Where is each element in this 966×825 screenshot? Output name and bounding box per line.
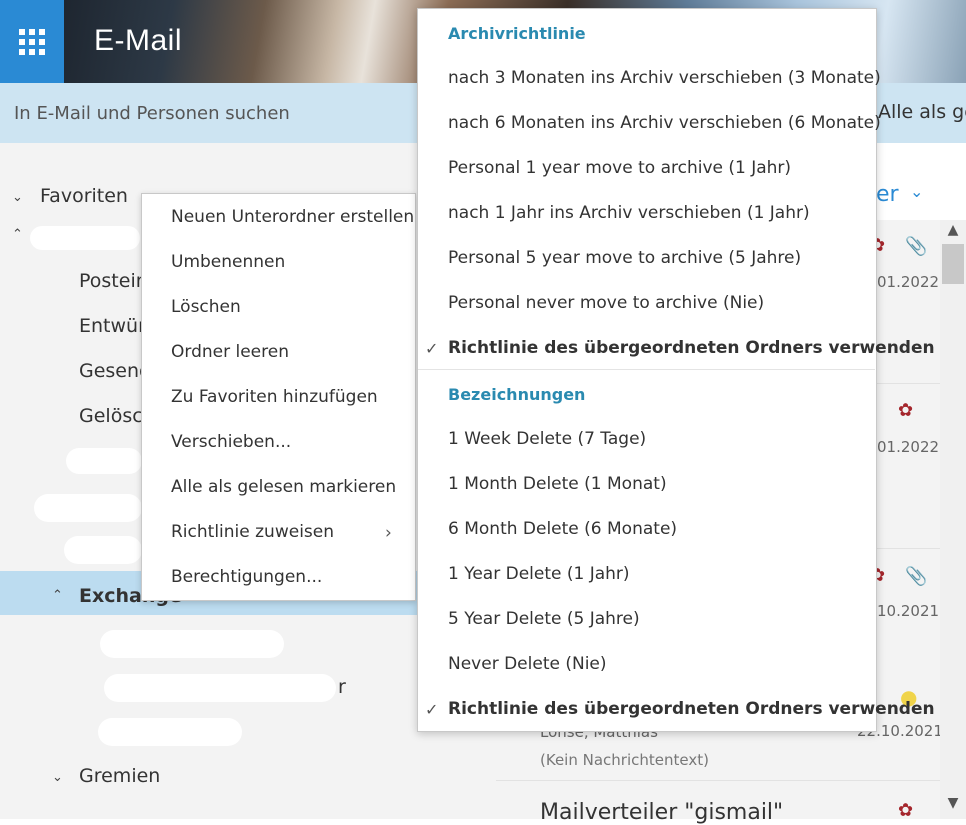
message-date: 01.2022 [877,273,940,291]
redacted-folder [100,630,284,658]
mark-all-read-button[interactable]: Alle als ge [878,101,966,123]
folder-drafts[interactable]: Entwür [79,315,146,337]
paperclip-icon: 📎 [905,236,928,257]
redacted-folder [64,536,142,564]
archive-policy-item[interactable]: nach 1 Jahr ins Archiv verschieben (1 Ja… [448,203,810,223]
label-policy-item[interactable]: 1 Week Delete (7 Tage) [448,429,646,449]
chevron-down-icon[interactable]: ⌄ [52,770,63,785]
ribbon-icon: ✿ [898,400,914,421]
search-input[interactable] [0,83,410,143]
checkmark-icon: ✓ [425,339,439,358]
message-subject[interactable]: Mailverteiler "gismail" [540,800,783,825]
message-date: 10.2021 [877,602,940,620]
menu-item-add-favorites[interactable]: Zu Favoriten hinzufügen [171,387,378,407]
message-date: 01.2022 [877,438,940,456]
archive-policy-item[interactable]: Personal never move to archive (Nie) [448,293,764,313]
menu-item-delete[interactable]: Löschen [171,297,241,317]
message-preview: (Kein Nachrichtentext) [540,751,709,769]
folder-gremien[interactable]: Gremien [79,765,160,787]
scrollbar[interactable] [940,220,966,819]
ribbon-icon: ✿ [898,800,914,821]
folder-partial-label: r [338,676,346,698]
label-policy-item[interactable]: 1 Year Delete (1 Jahr) [448,564,630,584]
app-launcher-button[interactable] [0,0,64,83]
folder-favorites[interactable]: Favoriten [40,185,128,207]
folder-deleted[interactable]: Gelösc [79,405,143,427]
redacted-folder [104,674,336,702]
redacted-folder [34,494,142,522]
label-policy-item[interactable]: Never Delete (Nie) [448,654,607,674]
app-title: E-Mail [94,24,183,57]
waffle-icon [19,28,45,55]
archive-policy-item[interactable]: nach 6 Monaten ins Archiv verschieben (6… [448,113,881,133]
chevron-down-icon[interactable]: ⌄ [910,182,923,201]
chevron-down-icon[interactable]: ⌄ [12,190,23,205]
scroll-up-icon[interactable]: ▲ [940,222,966,244]
menu-item-move[interactable]: Verschieben... [171,432,291,452]
divider [496,780,940,781]
paperclip-icon: 📎 [905,566,928,587]
checkmark-icon: ✓ [425,700,439,719]
label-policy-item[interactable]: 1 Month Delete (1 Monat) [448,474,667,494]
label-policy-item-selected[interactable]: Richtlinie des übergeordneten Ordners ve… [448,699,935,719]
menu-item-empty-folder[interactable]: Ordner leeren [171,342,289,362]
menu-item-new-subfolder[interactable]: Neuen Unterordner erstellen [171,207,414,227]
filter-dropdown[interactable]: er [876,182,899,207]
folder-inbox[interactable]: Postein [79,270,148,292]
menu-item-permissions[interactable]: Berechtigungen... [171,567,322,587]
archive-policy-item[interactable]: nach 3 Monaten ins Archiv verschieben (3… [448,68,881,88]
menu-item-mark-all-read[interactable]: Alle als gelesen markieren [171,477,396,497]
chevron-up-icon[interactable]: ⌃ [52,588,63,603]
archive-policy-item[interactable]: Personal 1 year move to archive (1 Jahr) [448,158,791,178]
submenu-heading-archive: Archivrichtlinie [448,24,586,43]
archive-policy-item-selected[interactable]: Richtlinie des übergeordneten Ordners ve… [448,338,935,358]
chevron-up-icon[interactable]: ⌃ [12,227,23,242]
menu-item-rename[interactable]: Umbenennen [171,252,285,272]
menu-item-assign-policy[interactable]: Richtlinie zuweisen [171,522,334,542]
scroll-down-icon[interactable]: ▼ [940,795,966,817]
redacted-folder [66,448,142,474]
submenu-divider [418,369,875,370]
scrollbar-thumb[interactable] [942,244,964,284]
archive-policy-item[interactable]: Personal 5 year move to archive (5 Jahre… [448,248,801,268]
submenu-heading-labels: Bezeichnungen [448,385,586,404]
redacted-account-name [30,226,140,250]
chevron-right-icon: › [385,523,392,543]
label-policy-item[interactable]: 6 Month Delete (6 Monate) [448,519,677,539]
redacted-folder [98,718,242,746]
label-policy-item[interactable]: 5 Year Delete (5 Jahre) [448,609,640,629]
